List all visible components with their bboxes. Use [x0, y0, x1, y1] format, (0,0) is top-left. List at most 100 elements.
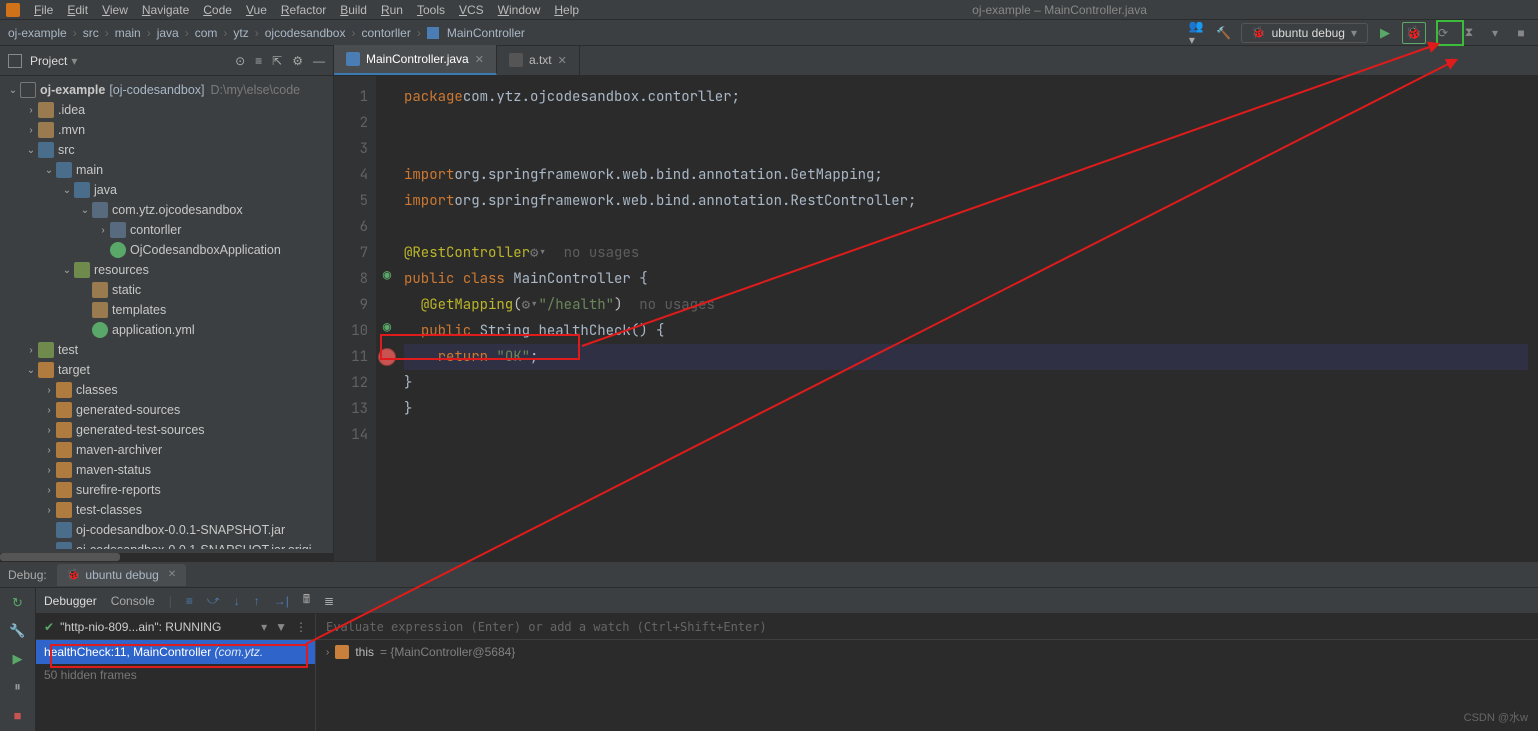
menu-run[interactable]: Run — [375, 1, 409, 19]
evaluate-input[interactable]: Evaluate expression (Enter) or add a wat… — [316, 614, 1538, 640]
menu-tools[interactable]: Tools — [411, 1, 451, 19]
line-number[interactable]: 3 — [334, 136, 368, 162]
crumb-0[interactable]: oj-example — [8, 26, 67, 40]
crumb-4[interactable]: com — [195, 26, 218, 40]
tree-item[interactable]: ›classes — [0, 380, 333, 400]
tree-item[interactable]: ⌄target — [0, 360, 333, 380]
more-icon[interactable]: ⋮ — [295, 620, 307, 634]
close-icon[interactable]: ✕ — [558, 54, 567, 67]
line-number[interactable]: 5 — [334, 188, 368, 214]
expand-all-icon[interactable]: ≡ — [255, 54, 262, 68]
project-view-icon[interactable] — [8, 54, 22, 68]
line-number[interactable]: 6 — [334, 214, 368, 240]
code-with-me-icon[interactable]: 👥▾ — [1189, 24, 1207, 42]
more-run-icon[interactable]: ▾ — [1486, 24, 1504, 42]
tree-twisty-icon[interactable]: ⌄ — [24, 365, 38, 376]
tab-atxt[interactable]: a.txt ✕ — [497, 45, 580, 75]
horizontal-scrollbar[interactable] — [0, 553, 333, 561]
console-tab[interactable]: Console — [111, 594, 155, 608]
crumb-5[interactable]: ytz — [233, 26, 248, 40]
tree-item[interactable]: ›surefire-reports — [0, 480, 333, 500]
crumb-3[interactable]: java — [157, 26, 179, 40]
crumb-6[interactable]: ojcodesandbox — [265, 26, 346, 40]
select-opened-file-icon[interactable]: ⊙ — [235, 54, 245, 68]
line-number[interactable]: 14 — [334, 422, 368, 448]
debugger-tab[interactable]: Debugger — [44, 594, 97, 608]
menu-view[interactable]: View — [96, 1, 134, 19]
tree-item[interactable]: ›generated-sources — [0, 400, 333, 420]
tree-twisty-icon[interactable]: › — [42, 445, 56, 456]
tree-twisty-icon[interactable]: › — [24, 345, 38, 356]
tree-item[interactable]: ⌄java — [0, 180, 333, 200]
tree-twisty-icon[interactable]: ⌄ — [60, 185, 74, 196]
stop-icon[interactable]: ■ — [9, 706, 27, 724]
show-execution-point-icon[interactable]: ≡ — [186, 594, 193, 608]
code-body[interactable]: package com.ytz.ojcodesandbox.contorller… — [376, 76, 1538, 561]
modify-run-icon[interactable]: 🔧 — [9, 622, 27, 640]
tree-item[interactable]: ›maven-archiver — [0, 440, 333, 460]
menu-file[interactable]: File — [28, 1, 59, 19]
line-number[interactable]: 13 — [334, 396, 368, 422]
tree-item[interactable]: static — [0, 280, 333, 300]
filter-icon[interactable]: ▼ — [275, 620, 287, 634]
tree-twisty-icon[interactable]: › — [42, 505, 56, 516]
tree-twisty-icon[interactable]: › — [42, 385, 56, 396]
profile-button[interactable]: ⧗ — [1460, 24, 1478, 42]
tree-twisty-icon[interactable]: ⌄ — [78, 205, 92, 216]
menu-window[interactable]: Window — [492, 1, 547, 19]
step-over-icon[interactable]: ⤻ — [207, 593, 220, 608]
chevron-down-icon[interactable]: ▾ — [261, 620, 267, 634]
menu-vue[interactable]: Vue — [240, 1, 273, 19]
tree-twisty-icon[interactable]: › — [42, 405, 56, 416]
menu-navigate[interactable]: Navigate — [136, 1, 195, 19]
step-out-icon[interactable]: ↑ — [254, 594, 260, 608]
tree-item[interactable]: ⌄resources — [0, 260, 333, 280]
tree-twisty-icon[interactable]: › — [42, 465, 56, 476]
variable-this[interactable]: › this = {MainController@5684} — [316, 640, 1538, 664]
tree-twisty-icon[interactable]: ⌄ — [42, 165, 56, 176]
tree-item[interactable]: ⌄src — [0, 140, 333, 160]
hidden-frames[interactable]: 50 hidden frames — [36, 664, 315, 686]
chevron-down-icon[interactable]: ▾ — [71, 54, 77, 68]
menu-help[interactable]: Help — [548, 1, 585, 19]
resume-icon[interactable]: ▶ — [9, 650, 27, 668]
line-number[interactable]: 8 — [334, 266, 368, 292]
hide-icon[interactable]: — — [313, 54, 325, 68]
stack-frame-selected[interactable]: healthCheck:11, MainController (com.ytz. — [36, 640, 315, 664]
line-number[interactable]: 7 — [334, 240, 368, 266]
line-number[interactable]: 1 — [334, 84, 368, 110]
step-into-icon[interactable]: ↓ — [234, 594, 240, 608]
menu-code[interactable]: Code — [197, 1, 238, 19]
run-config-selector[interactable]: 🐞 ubuntu debug ▾ — [1241, 23, 1368, 43]
close-icon[interactable]: ✕ — [475, 53, 484, 66]
line-number[interactable]: 2 — [334, 110, 368, 136]
settings-icon[interactable]: ⚙ — [292, 54, 303, 68]
build-icon[interactable]: 🔨 — [1215, 24, 1233, 42]
tree-item[interactable]: ›.mvn — [0, 120, 333, 140]
project-tree[interactable]: ⌄ oj-example [oj-codesandbox] D:\my\else… — [0, 76, 333, 549]
tree-twisty-icon[interactable]: ⌄ — [60, 265, 74, 276]
evaluate-expression-icon[interactable]: 🖩 — [303, 590, 310, 611]
crumb-8[interactable]: MainController — [427, 26, 525, 40]
expand-icon[interactable]: › — [326, 647, 329, 658]
debug-button[interactable]: 🐞 — [1402, 22, 1426, 44]
debug-session-tab[interactable]: 🐞 ubuntu debug ✕ — [57, 564, 187, 586]
tree-twisty-icon[interactable]: ⌄ — [24, 145, 38, 156]
run-to-cursor-icon[interactable]: →| — [274, 594, 289, 608]
close-icon[interactable]: ✕ — [168, 569, 176, 580]
tree-item[interactable]: ›generated-test-sources — [0, 420, 333, 440]
tree-twisty-icon[interactable]: › — [42, 485, 56, 496]
line-number[interactable]: 11 — [334, 344, 368, 370]
tree-item[interactable]: templates — [0, 300, 333, 320]
gutter[interactable]: 1234567891011121314 — [334, 76, 376, 561]
tree-item[interactable]: OjCodesandboxApplication — [0, 240, 333, 260]
line-number[interactable]: 9 — [334, 292, 368, 318]
tree-twisty-icon[interactable]: › — [24, 125, 38, 136]
crumb-7[interactable]: contorller — [361, 26, 410, 40]
tree-item[interactable]: application.yml — [0, 320, 333, 340]
tree-item[interactable]: oj-codesandbox-0.0.1-SNAPSHOT.jar.origi — [0, 540, 333, 549]
line-number[interactable]: 12 — [334, 370, 368, 396]
thread-selector[interactable]: ✔ "http-nio-809...ain": RUNNING ▾ ▼ ⋮ — [36, 614, 315, 640]
tree-project-root[interactable]: ⌄ oj-example [oj-codesandbox] D:\my\else… — [0, 80, 333, 100]
tree-twisty-icon[interactable]: › — [24, 105, 38, 116]
